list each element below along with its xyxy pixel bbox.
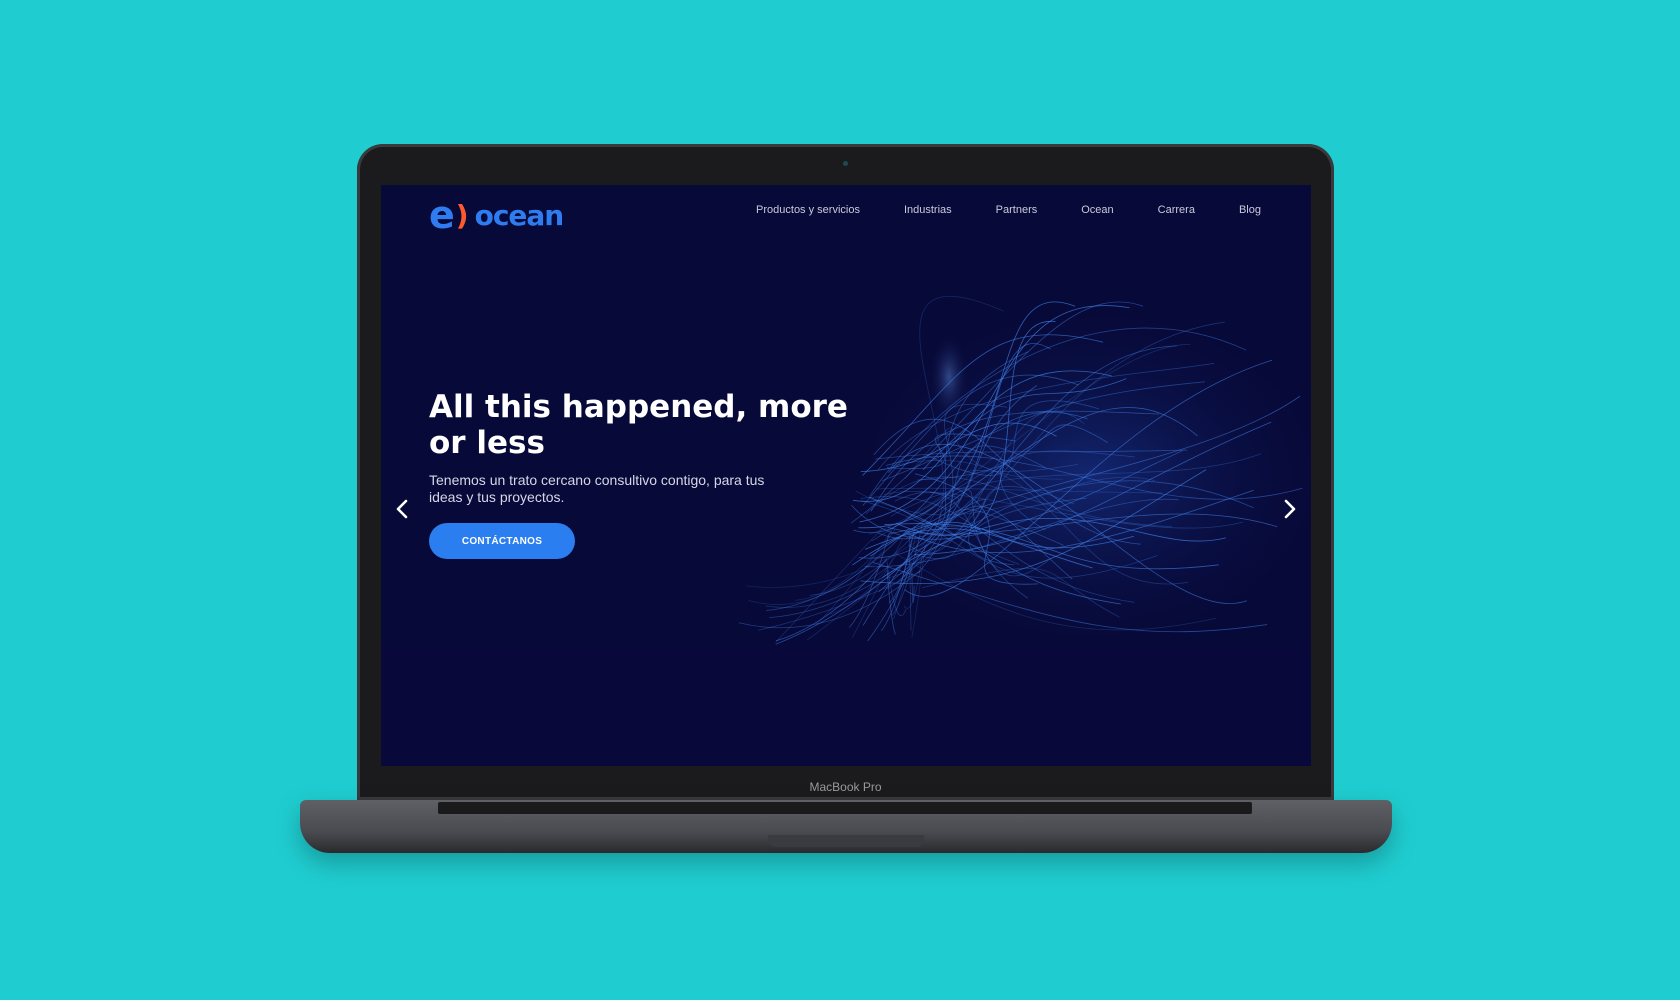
nav-item-productos-y-servicios[interactable]: Productos y servicios	[756, 204, 860, 216]
contact-button[interactable]: CONTÁCTANOS	[429, 523, 575, 559]
nav-item-carrera[interactable]: Carrera	[1158, 204, 1195, 216]
carousel-next-button[interactable]	[1277, 497, 1301, 521]
nav-item-ocean[interactable]: Ocean	[1081, 204, 1113, 216]
chevron-right-icon	[1284, 499, 1296, 519]
keyboard-edge	[438, 802, 1252, 814]
opening-notch	[768, 835, 924, 847]
ocean-logo[interactable]: e ) ocean	[429, 193, 565, 237]
carousel-prev-button[interactable]	[391, 497, 415, 521]
hero-subtitle: Tenemos un trato cercano consultivo cont…	[429, 472, 765, 505]
hero-title: All this happened, more or less	[429, 389, 848, 461]
logo-wordmark: ocean	[474, 198, 565, 232]
nav-item-blog[interactable]: Blog	[1239, 204, 1261, 216]
laptop-lid: e ) ocean Productos y servicios Industri…	[357, 144, 1334, 800]
laptop-screen: e ) ocean Productos y servicios Industri…	[381, 185, 1311, 766]
logo-mark: e	[429, 193, 455, 237]
logo-bracket: )	[455, 198, 469, 232]
nav-item-industrias[interactable]: Industrias	[904, 204, 952, 216]
lower-section	[381, 645, 1311, 766]
laptop-base	[300, 800, 1392, 853]
webcam	[843, 161, 848, 166]
top-navigation: e ) ocean Productos y servicios Industri…	[381, 185, 1311, 245]
device-model-label: MacBook Pro	[809, 780, 882, 794]
nav-menu: Productos y servicios Industrias Partner…	[756, 204, 1261, 216]
nav-item-partners[interactable]: Partners	[996, 204, 1038, 216]
chevron-left-icon	[396, 499, 408, 519]
